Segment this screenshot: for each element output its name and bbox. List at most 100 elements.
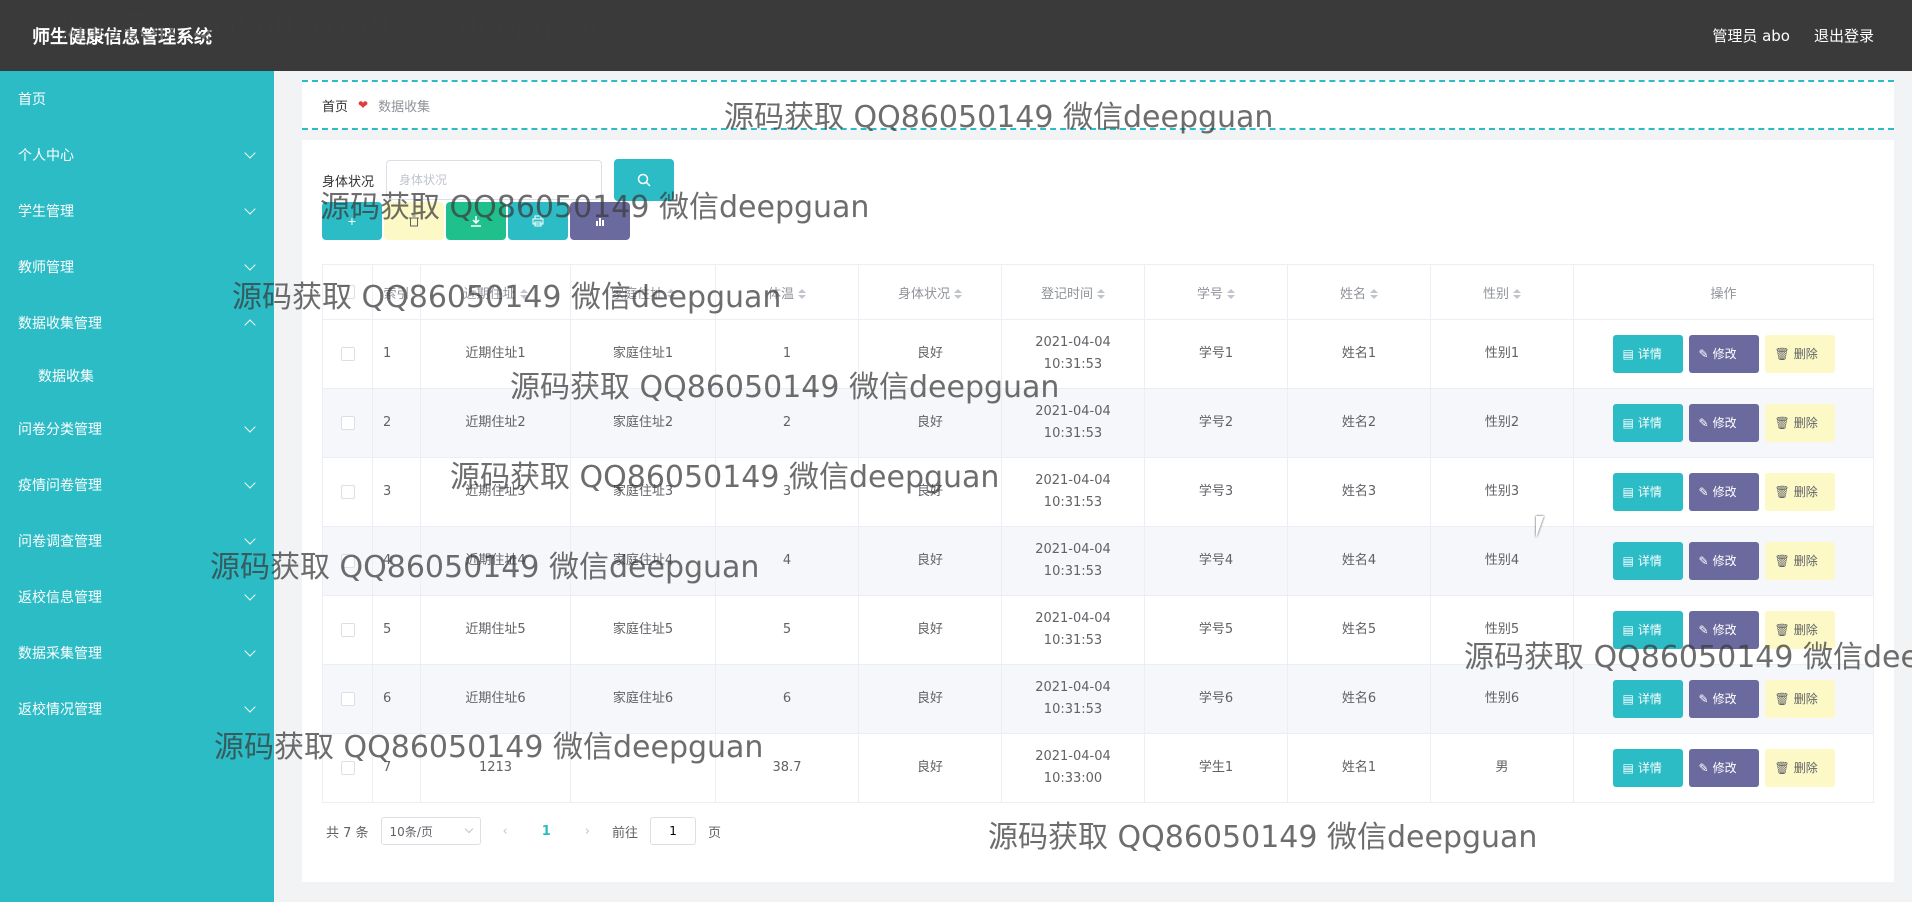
- checkbox[interactable]: [340, 346, 355, 361]
- column-header[interactable]: 登记时间: [1001, 264, 1145, 320]
- search-row: 身体状况: [322, 159, 1874, 201]
- column-header-label: 身体状况: [897, 286, 950, 302]
- column-header[interactable]: 姓名: [1287, 264, 1431, 320]
- search-button[interactable]: [614, 159, 675, 201]
- edit-button[interactable]: ✎ 修改: [1688, 611, 1759, 649]
- column-header[interactable]: 学号: [1144, 264, 1288, 320]
- column-header[interactable]: 操作: [1573, 264, 1874, 320]
- table-cell: 2021-04-04 10:31:53: [1001, 457, 1145, 527]
- column-header[interactable]: 性别: [1430, 264, 1574, 320]
- edit-button[interactable]: ✎ 修改: [1688, 542, 1759, 580]
- logout-link[interactable]: 退出登录: [1814, 25, 1874, 46]
- detail-button[interactable]: ▤ 详情: [1612, 611, 1683, 649]
- edit-label: 修改: [1712, 623, 1737, 637]
- checkbox[interactable]: [340, 760, 355, 775]
- row-select[interactable]: [322, 733, 373, 803]
- column-header[interactable]: 索引: [372, 264, 421, 320]
- sidebar-item-11[interactable]: 返校情况管理: [0, 681, 274, 737]
- row-select[interactable]: [322, 388, 373, 458]
- edit-button[interactable]: ✎ 修改: [1688, 404, 1759, 442]
- edit-button[interactable]: ✎ 修改: [1688, 680, 1759, 718]
- table-cell: 家庭住址6: [570, 664, 716, 734]
- checkbox[interactable]: [340, 285, 355, 299]
- search-input[interactable]: [386, 160, 603, 200]
- column-header[interactable]: 近期住址: [420, 264, 571, 320]
- sort-icon[interactable]: [1370, 289, 1378, 299]
- goto-page-input[interactable]: [650, 817, 697, 845]
- next-page-button[interactable]: ›: [575, 824, 600, 839]
- detail-button[interactable]: ▤ 详情: [1612, 473, 1683, 511]
- print-button[interactable]: [508, 202, 568, 240]
- add-button[interactable]: +: [322, 202, 382, 240]
- edit-button[interactable]: ✎ 修改: [1688, 473, 1759, 511]
- checkbox[interactable]: [340, 553, 355, 568]
- sidebar-item-10[interactable]: 数据采集管理: [0, 625, 274, 681]
- row-select[interactable]: [322, 319, 373, 389]
- detail-button[interactable]: ▤ 详情: [1612, 335, 1683, 373]
- edit-button[interactable]: ✎ 修改: [1688, 335, 1759, 373]
- delete-button[interactable]: 🗑 删除: [1764, 335, 1835, 373]
- delete-button[interactable]: 🗑 删除: [1764, 680, 1835, 718]
- sort-icon[interactable]: [519, 289, 528, 299]
- detail-button[interactable]: ▤ 详情: [1612, 404, 1683, 442]
- page-size-select[interactable]: 10条/页: [380, 817, 481, 845]
- checkbox[interactable]: [340, 484, 355, 499]
- sort-icon[interactable]: [1097, 289, 1105, 299]
- row-select[interactable]: [322, 595, 373, 665]
- row-select[interactable]: [322, 526, 373, 596]
- checkbox[interactable]: [340, 691, 355, 706]
- page-number[interactable]: 1: [530, 824, 563, 839]
- batch-delete-button[interactable]: [384, 202, 444, 240]
- row-select[interactable]: [322, 457, 373, 527]
- delete-button[interactable]: 🗑 删除: [1764, 749, 1835, 787]
- delete-button[interactable]: 🗑 删除: [1764, 473, 1835, 511]
- delete-button[interactable]: 🗑 删除: [1764, 404, 1835, 442]
- table-cell: 姓名4: [1287, 526, 1431, 596]
- sidebar-item-2[interactable]: 学生管理: [0, 183, 274, 239]
- sidebar-item-4[interactable]: 数据收集管理: [0, 295, 274, 351]
- column-header[interactable]: 体温: [715, 264, 859, 320]
- trash-icon: 🗑: [1774, 623, 1790, 637]
- edit-button[interactable]: ✎ 修改: [1688, 749, 1759, 787]
- sort-icon[interactable]: [1227, 289, 1235, 299]
- delete-button[interactable]: 🗑 删除: [1764, 542, 1835, 580]
- sidebar-item-5[interactable]: 数据收集: [0, 351, 274, 401]
- sidebar-item-8[interactable]: 问卷调查管理: [0, 513, 274, 569]
- table-cell: 6: [372, 664, 421, 734]
- sidebar-item-0[interactable]: 首页: [0, 71, 274, 127]
- delete-button[interactable]: 🗑 删除: [1764, 611, 1835, 649]
- sort-icon[interactable]: [667, 289, 675, 299]
- sidebar-item-6[interactable]: 问卷分类管理: [0, 401, 274, 457]
- sort-icon[interactable]: [798, 289, 806, 299]
- detail-button[interactable]: ▤ 详情: [1612, 680, 1683, 718]
- sidebar-item-7[interactable]: 疫情问卷管理: [0, 457, 274, 513]
- column-header[interactable]: 家庭住址: [570, 264, 716, 320]
- download-icon: [471, 216, 481, 227]
- data-table: 索引 近期住址 家庭住址 体温 身体状况 登记时间 学号 姓名 性别 操作 1 近期住址1 家庭住址1…: [322, 264, 1874, 803]
- header-select-all[interactable]: [322, 264, 373, 320]
- row-actions: ▤ 详情 ✎ 修改 🗑 删除: [1573, 526, 1874, 596]
- detail-button[interactable]: ▤ 详情: [1612, 542, 1683, 580]
- admin-user[interactable]: 管理员 abo: [1712, 25, 1790, 46]
- export-button[interactable]: [446, 202, 506, 240]
- edit-icon: ✎: [1698, 692, 1709, 706]
- checkbox[interactable]: [340, 622, 355, 637]
- prev-page-button[interactable]: ‹: [493, 824, 518, 839]
- page-size-value: 10条/页: [389, 824, 433, 839]
- column-header[interactable]: 身体状况: [858, 264, 1002, 320]
- sort-icon[interactable]: [1513, 289, 1521, 299]
- table-cell: 良好: [858, 733, 1002, 803]
- breadcrumb-home[interactable]: 首页: [322, 96, 348, 115]
- table-cell: 2021-04-04 10:31:53: [1001, 319, 1145, 389]
- table-cell: 7: [372, 733, 421, 803]
- checkbox[interactable]: [340, 415, 355, 430]
- sidebar-item-1[interactable]: 个人中心: [0, 127, 274, 183]
- sidebar-item-label: 数据收集管理: [18, 316, 102, 332]
- sort-icon[interactable]: [954, 289, 962, 299]
- sidebar-item-9[interactable]: 返校信息管理: [0, 569, 274, 625]
- statistics-button[interactable]: [570, 202, 630, 240]
- sidebar-item-3[interactable]: 教师管理: [0, 239, 274, 295]
- detail-button[interactable]: ▤ 详情: [1612, 749, 1683, 787]
- delete-label: 删除: [1793, 554, 1818, 568]
- row-select[interactable]: [322, 664, 373, 734]
